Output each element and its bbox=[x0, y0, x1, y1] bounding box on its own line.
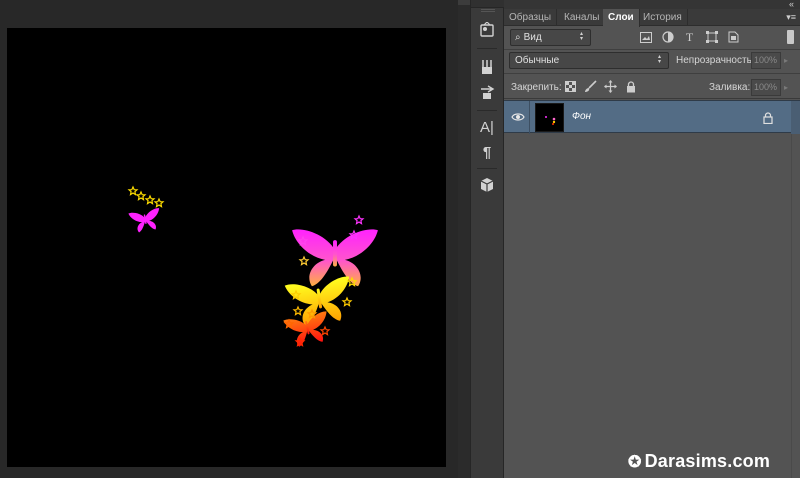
panel-scrollbar-track[interactable] bbox=[791, 134, 800, 478]
tab-history[interactable]: История bbox=[638, 9, 688, 26]
lock-image-icon[interactable] bbox=[584, 80, 597, 93]
lock-transparent-icon[interactable] bbox=[564, 80, 577, 93]
panel-dock-iconstrip: A| ¶ bbox=[470, 0, 505, 478]
star-icon: ✪ bbox=[628, 453, 642, 471]
lock-fill-row: Закрепить: Заливка: 100% ▸ bbox=[504, 75, 800, 99]
search-icon: ⌕ bbox=[515, 32, 521, 43]
shape-filter-icon[interactable] bbox=[705, 30, 718, 44]
opacity-input[interactable]: 100% bbox=[751, 52, 781, 69]
lock-all-icon[interactable] bbox=[624, 80, 637, 93]
panel-menu-icon[interactable]: ▾≡ bbox=[786, 13, 796, 22]
photoshop-window: A| ¶ « Образцы Каналы Слои История ▾≡ ⌕ В… bbox=[0, 0, 800, 478]
brush-preset-icon[interactable] bbox=[475, 55, 499, 79]
type-filter-icon[interactable]: T bbox=[683, 30, 696, 44]
filter-icons: T bbox=[639, 30, 740, 44]
fill-dropdown-icon[interactable]: ▸ bbox=[784, 83, 788, 92]
layer-row[interactable]: Фон bbox=[504, 100, 800, 134]
panel-tabbar: Образцы Каналы Слои История bbox=[504, 9, 800, 27]
document-canvas[interactable] bbox=[7, 28, 446, 467]
adjustment-filter-icon[interactable] bbox=[661, 30, 674, 44]
blend-opacity-row: Обычные ▴ ▾ Непрозрачность: 100% ▸ bbox=[504, 50, 800, 72]
document-workspace bbox=[0, 0, 458, 478]
dock-grip[interactable] bbox=[481, 9, 495, 12]
tool-separator bbox=[477, 168, 497, 169]
3d-cube-icon[interactable] bbox=[475, 173, 499, 197]
tool-separator bbox=[477, 110, 497, 111]
layer-filter-row: ⌕ Вид ▴ ▾ T bbox=[504, 27, 800, 49]
panel-topbar: « bbox=[504, 0, 800, 9]
spinner-arrows-icon: ▴ ▾ bbox=[658, 54, 662, 65]
filter-kind-select[interactable]: ⌕ Вид ▴ ▾ bbox=[510, 29, 591, 46]
tab-swatches[interactable]: Образцы bbox=[504, 9, 558, 26]
layer-name[interactable]: Фон bbox=[572, 111, 591, 122]
blend-mode-value: Обычные bbox=[515, 55, 560, 66]
layers-panel: « Образцы Каналы Слои История ▾≡ ⌕ Вид ▴ ▾… bbox=[504, 0, 800, 478]
spinner-arrows-icon: ▴ ▾ bbox=[580, 31, 584, 42]
paragraph-icon[interactable]: ¶ bbox=[475, 140, 499, 164]
smart-object-filter-icon[interactable] bbox=[727, 30, 740, 44]
filter-toggle-switch[interactable] bbox=[787, 30, 794, 44]
gutter-topbar bbox=[458, 0, 470, 5]
lock-position-icon[interactable] bbox=[604, 80, 617, 93]
pixel-filter-icon[interactable] bbox=[639, 30, 652, 44]
watermark: ✪ Darasims.com bbox=[628, 451, 770, 472]
panel-gutter bbox=[458, 0, 470, 478]
tool-separator bbox=[477, 48, 497, 49]
dock-header[interactable] bbox=[471, 0, 505, 8]
filter-kind-label: Вид bbox=[523, 32, 542, 43]
watermark-text: Darasims.com bbox=[644, 451, 771, 471]
row-divider bbox=[504, 73, 800, 74]
character-icon[interactable]: A| bbox=[475, 115, 499, 139]
blend-mode-select[interactable]: Обычные ▴ ▾ bbox=[509, 52, 669, 69]
lock-label: Закрепить: bbox=[511, 82, 562, 93]
eye-icon[interactable] bbox=[510, 110, 526, 124]
tab-layers[interactable]: Слои bbox=[603, 9, 640, 27]
tab-channels[interactable]: Каналы bbox=[559, 9, 606, 26]
opacity-dropdown-icon[interactable]: ▸ bbox=[784, 56, 788, 65]
small-butterfly bbox=[128, 207, 163, 234]
3d-material-icon[interactable] bbox=[475, 18, 499, 42]
opacity-label: Непрозрачность: bbox=[676, 55, 755, 66]
canvas-artwork bbox=[128, 186, 378, 349]
fill-label: Заливка: bbox=[709, 82, 751, 93]
layer-scroll-gutter bbox=[791, 101, 800, 134]
collapse-panels-icon[interactable]: « bbox=[789, 0, 794, 9]
lock-icons bbox=[564, 80, 637, 93]
layer-thumbnail bbox=[535, 103, 564, 132]
fill-input[interactable]: 100% bbox=[751, 79, 781, 96]
eye-separator bbox=[529, 101, 530, 134]
clone-source-icon[interactable] bbox=[475, 80, 499, 104]
layer-lock-icon bbox=[763, 111, 774, 125]
small-star-trail bbox=[128, 186, 164, 208]
